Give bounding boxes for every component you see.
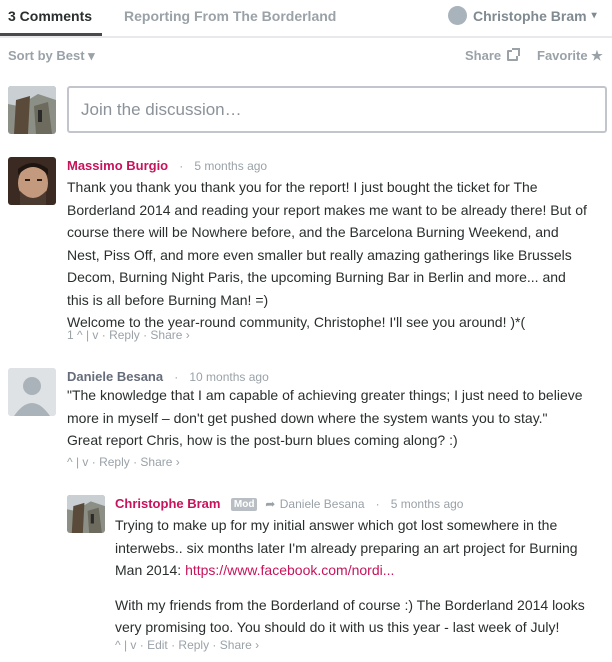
share-thread-button[interactable]: Share: [465, 48, 521, 63]
comment-timestamp[interactable]: 5 months ago: [391, 497, 464, 511]
comment-author[interactable]: Massimo Burgio: [67, 158, 168, 173]
comment-line: Nest, Piss Off, and more even smaller bu…: [67, 246, 572, 263]
avatar[interactable]: [8, 157, 56, 205]
facebook-link[interactable]: https://www.facebook.com/nordi...: [185, 562, 394, 578]
comment-timestamp[interactable]: 10 months ago: [189, 370, 268, 384]
reply-arrow-icon: ➦: [261, 497, 276, 511]
comment-actions[interactable]: 1 ^ | v · Reply · Share ›: [67, 328, 190, 342]
comment-text: Man 2014:: [115, 562, 182, 578]
comment-line: more in myself – don't get pushed down w…: [67, 409, 548, 426]
comment-body: "The knowledge that I am capable of achi…: [67, 384, 583, 452]
comment-timestamp[interactable]: 5 months ago: [194, 159, 267, 173]
comment-body: Thank you thank you thank you for the re…: [67, 176, 587, 334]
active-tab-indicator: [0, 33, 102, 36]
comment-header: Christophe Bram Mod ➦ Daniele Besana · 5…: [115, 495, 463, 513]
comment-line: Decom, Burning Night Paris, the upcoming…: [67, 269, 566, 285]
comment-actions[interactable]: ^ | v · Edit · Reply · Share ›: [115, 638, 259, 652]
avatar[interactable]: [8, 368, 56, 416]
comment-input[interactable]: [67, 86, 607, 133]
share-label: Share: [465, 48, 502, 63]
comment-separator: ·: [368, 497, 387, 511]
comment-line: "The knowledge that I am capable of achi…: [67, 387, 583, 403]
chevron-down-icon: ▾: [591, 10, 597, 21]
share-icon: [507, 48, 521, 61]
moderator-badge: Mod: [230, 498, 258, 511]
sort-dropdown[interactable]: Sort by Best ▾: [8, 48, 95, 64]
comment-separator: ·: [167, 370, 185, 384]
comment-line: interwebs.. six months later I'm already…: [115, 539, 578, 556]
tab-forum[interactable]: Reporting From The Borderland: [124, 8, 336, 24]
reply-to-author[interactable]: Daniele Besana: [280, 497, 365, 511]
comment-line: this is all before Burning Man! =): [67, 291, 269, 308]
comment-header: Massimo Burgio · 5 months ago: [67, 157, 267, 175]
comment-line: Trying to make up for my initial answer …: [115, 517, 558, 533]
user-avatar-icon: [448, 6, 467, 25]
comment-separator: ·: [172, 159, 190, 173]
user-menu[interactable]: Christophe Bram ▾: [448, 6, 597, 25]
comment-line: Great report Chris, how is the post-burn…: [67, 432, 458, 448]
comment-line: Thank you thank you thank you for the re…: [67, 179, 538, 195]
comment-line: Man 2014: https://www.facebook.com/nordi…: [115, 559, 585, 582]
comment-line: course there will be Nowhere before, and…: [67, 224, 559, 240]
favorite-label: Favorite ★: [537, 48, 603, 63]
comment-line: With my friends from the Borderland of c…: [115, 596, 585, 613]
user-name: Christophe Bram: [473, 7, 587, 24]
comment-line: Borderland 2014 and reading your report …: [67, 201, 587, 218]
current-user-avatar: [8, 86, 56, 134]
comment-actions[interactable]: ^ | v · Reply · Share ›: [67, 455, 180, 469]
favorite-button[interactable]: Favorite ★: [537, 48, 603, 64]
avatar[interactable]: [67, 495, 105, 533]
comment-body: Trying to make up for my initial answer …: [115, 514, 585, 639]
comment-line: very promising too. You should do it wit…: [115, 619, 560, 635]
tab-comments[interactable]: 3 Comments: [8, 8, 92, 24]
comment-author[interactable]: Christophe Bram: [115, 496, 220, 511]
comment-author[interactable]: Daniele Besana: [67, 369, 163, 384]
